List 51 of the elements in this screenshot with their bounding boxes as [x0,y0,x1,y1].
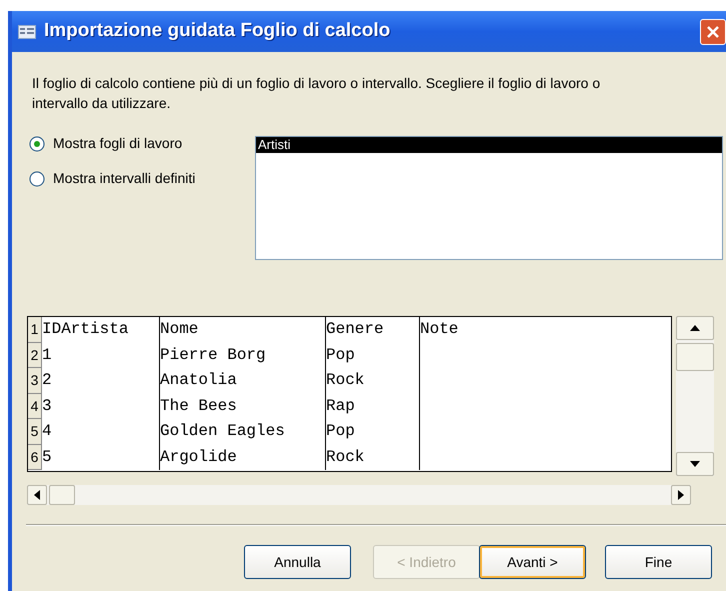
row-number: 3 [28,368,42,394]
table-cell: Argolide [160,448,237,466]
row-number: 6 [28,444,42,470]
table-cell: Rock [326,448,364,466]
down-arrow-icon [690,461,700,467]
up-arrow-icon [690,325,700,331]
close-button[interactable] [700,19,726,45]
table-cell: Pop [326,346,355,364]
radio-button[interactable] [29,170,45,186]
wizard-button[interactable]: Annulla [244,545,351,579]
scroll-up-button[interactable] [676,316,714,340]
row-number: 5 [28,419,42,444]
table-cell: 3 [42,396,52,414]
wizard-button[interactable]: Fine [605,545,712,579]
table-cell: Note [420,320,458,338]
radio-label[interactable]: Mostra fogli di lavoro [53,133,182,154]
row-number: 4 [28,394,42,419]
table-cell: Golden Eagles [160,422,285,440]
scroll-thumb[interactable] [49,485,75,505]
right-arrow-icon [678,490,684,500]
scroll-right-button[interactable] [671,485,691,505]
vertical-scrollbar[interactable] [676,316,714,476]
instruction-text: Il foglio di calcolo contiene più di un foglio di lavoro o intervallo. Scegliere il foglio di lavoro o intervallo da utilizzare. [32,74,602,113]
table-cell: 1 [42,346,52,364]
table-cell: IDArtista [42,320,128,338]
table-cell: Nome [160,320,198,338]
list-item[interactable]: Artisti [256,137,722,153]
scroll-thumb[interactable] [676,343,714,371]
radio-label[interactable]: Mostra intervalli definiti [53,168,196,189]
radio-button[interactable] [29,136,45,152]
table-cell: Pierre Borg [160,346,266,364]
row-number: 2 [28,342,42,368]
window-title: Importazione guidata Foglio di calcolo [44,19,390,44]
row-number: 1 [28,317,42,342]
table-cell: Pop [326,422,355,440]
table-cell: 4 [42,422,52,440]
table-cell: The Bees [160,396,237,414]
window-icon [18,24,36,38]
horizontal-scrollbar[interactable] [27,485,691,505]
table-cell: Anatolia [160,371,237,389]
scroll-down-button[interactable] [676,452,714,476]
table-cell: 5 [42,448,52,466]
table-cell: 2 [42,371,52,389]
table-cell: Rock [326,371,364,389]
sheet-list[interactable]: Artisti [255,136,723,260]
close-icon [706,25,720,39]
left-arrow-icon [34,490,40,500]
scroll-left-button[interactable] [27,485,47,505]
wizard-button[interactable]: Avanti > [479,545,586,579]
table-cell: Genere [326,320,384,338]
table-cell: Rap [326,396,355,414]
